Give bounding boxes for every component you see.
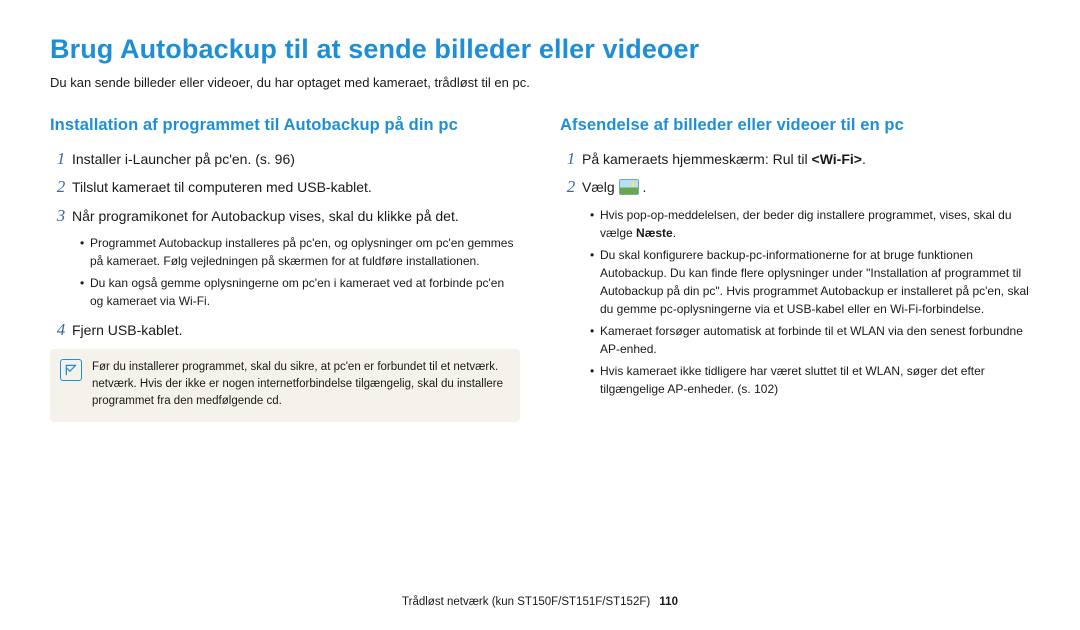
columns: Installation af programmet til Autobacku…	[50, 116, 1030, 422]
text-bold: Næste	[636, 226, 673, 240]
right-column: Afsendelse af billeder eller videoer til…	[560, 116, 1030, 422]
list-item: Kameraet forsøger automatisk at forbinde…	[590, 322, 1030, 358]
page-title: Brug Autobackup til at sende billeder el…	[50, 34, 1030, 65]
text-bold: <Wi-Fi>	[812, 151, 862, 167]
step-number: 1	[50, 149, 72, 169]
text-vaelg: Vælg	[582, 179, 619, 195]
intro-text: Du kan sende billeder eller videoer, du …	[50, 75, 1030, 90]
step-text: Når programikonet for Autobackup vises, …	[72, 206, 459, 226]
left-step-3: 3 Når programikonet for Autobackup vises…	[50, 206, 520, 226]
step-text: På kameraets hjemmeskærm: Rul til <Wi-Fi…	[582, 149, 866, 169]
footer-section: Trådløst netværk (kun ST150F/ST151F/ST15…	[402, 596, 650, 608]
step-text: Tilslut kameraet til computeren med USB-…	[72, 177, 372, 197]
footer: Trådløst netværk (kun ST150F/ST151F/ST15…	[0, 596, 1080, 608]
left-column: Installation af programmet til Autobacku…	[50, 116, 520, 422]
text-post: .	[673, 226, 676, 240]
page: Brug Autobackup til at sende billeder el…	[0, 0, 1080, 630]
step-number: 2	[560, 177, 582, 197]
text-post: .	[862, 151, 866, 167]
left-step-4: 4 Fjern USB-kablet.	[50, 320, 520, 340]
text-pre: På kameraets hjemmeskærm: Rul til	[582, 151, 812, 167]
right-step-2: 2 Vælg .	[560, 177, 1030, 197]
step-number: 2	[50, 177, 72, 197]
list-item: Programmet Autobackup installeres på pc'…	[80, 234, 520, 270]
note-box: Før du installerer programmet, skal du s…	[50, 349, 520, 423]
note-icon	[60, 359, 82, 381]
list-item: Hvis pop-op-meddelelsen, der beder dig i…	[590, 206, 1030, 242]
right-heading: Afsendelse af billeder eller videoer til…	[560, 116, 1030, 135]
right-step-1: 1 På kameraets hjemmeskærm: Rul til <Wi-…	[560, 149, 1030, 169]
right-sublist: Hvis pop-op-meddelelsen, der beder dig i…	[590, 206, 1030, 398]
list-item: Hvis kameraet ikke tidligere har været s…	[590, 362, 1030, 398]
list-item: Du kan også gemme oplysningerne om pc'en…	[80, 274, 520, 310]
left-step-1: 1 Installer i-Launcher på pc'en. (s. 96)	[50, 149, 520, 169]
autobackup-icon	[619, 179, 639, 195]
footer-page: 110	[659, 596, 678, 608]
left-heading: Installation af programmet til Autobacku…	[50, 116, 520, 135]
left-step-2: 2 Tilslut kameraet til computeren med US…	[50, 177, 520, 197]
step-number: 4	[50, 320, 72, 340]
list-item: Du skal konfigurere backup-pc-informatio…	[590, 246, 1030, 318]
step-text: Installer i-Launcher på pc'en. (s. 96)	[72, 149, 295, 169]
step-number: 1	[560, 149, 582, 169]
note-text: Før du installerer programmet, skal du s…	[92, 359, 506, 411]
step-number: 3	[50, 206, 72, 226]
step-text: Fjern USB-kablet.	[72, 320, 182, 340]
left-step-3-sublist: Programmet Autobackup installeres på pc'…	[80, 234, 520, 310]
step-text: Vælg .	[582, 177, 646, 197]
